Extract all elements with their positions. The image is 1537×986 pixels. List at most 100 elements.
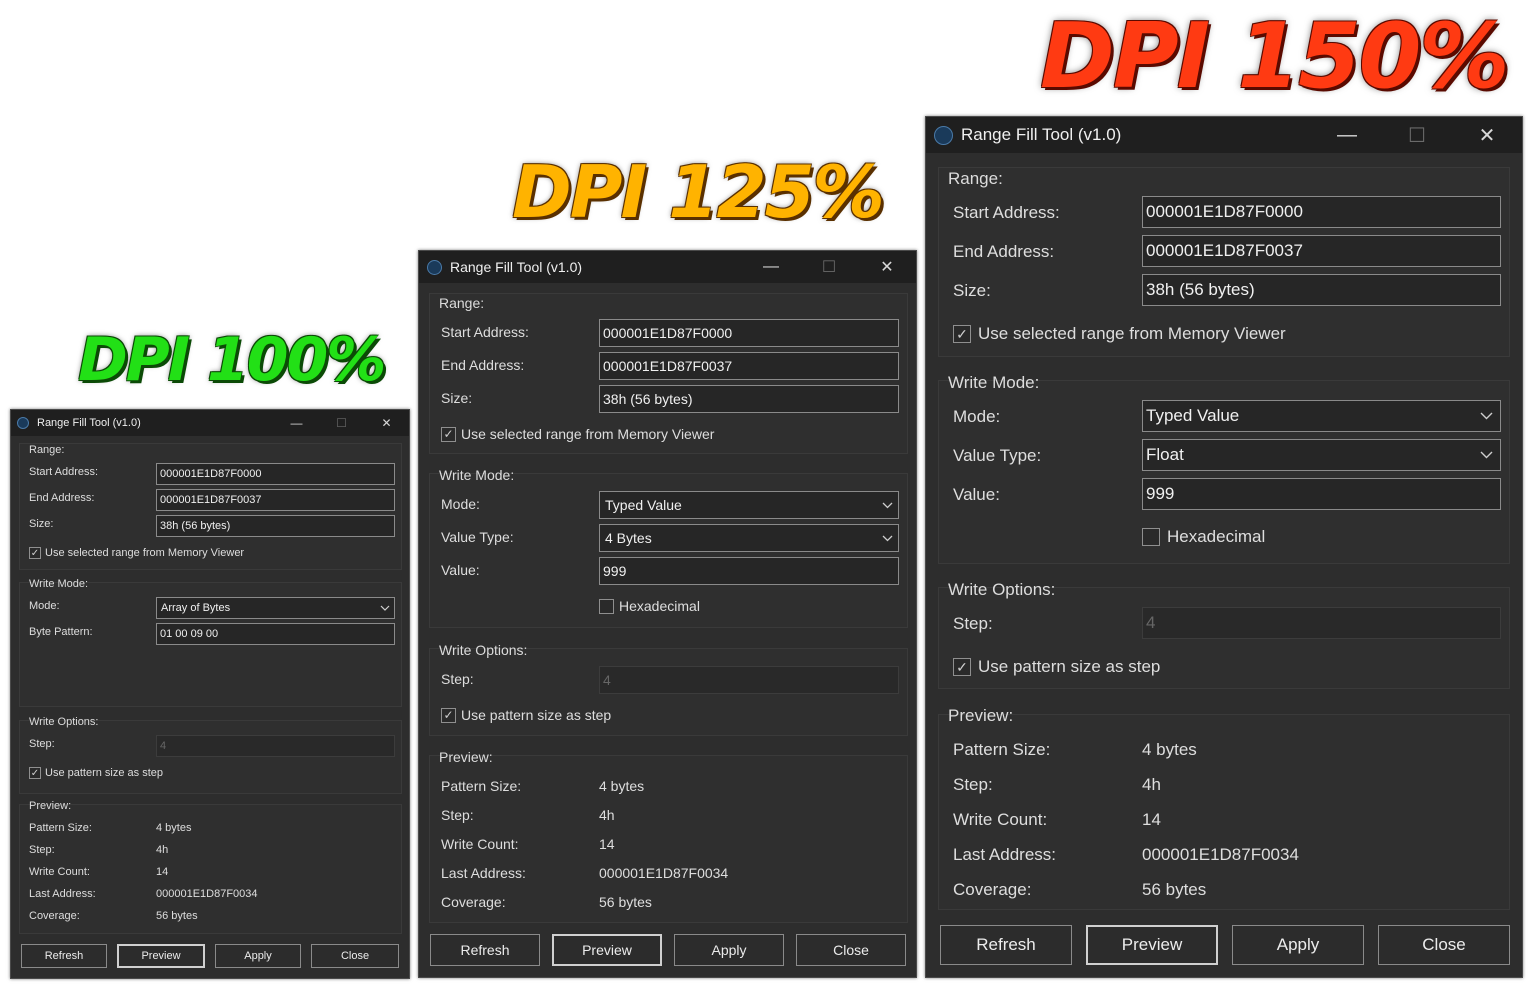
use-selected-range-checkbox[interactable]: ✓ Use selected range from Memory Viewer — [953, 324, 1286, 344]
write-count-label: Write Count: — [441, 836, 519, 852]
use-selected-range-checkbox[interactable]: ✓ Use selected range from Memory Viewer — [441, 426, 714, 442]
pattern-size-value: 4 bytes — [156, 822, 192, 834]
mode-select[interactable]: Typed Value — [599, 491, 899, 519]
preview-step-value: 4h — [599, 807, 615, 823]
start-address-label: Start Address: — [953, 203, 1060, 222]
use-pattern-size-checkbox[interactable]: ✓ Use pattern size as step — [953, 657, 1160, 677]
preview-button[interactable]: Preview — [1086, 925, 1218, 965]
window-title: Range Fill Tool (v1.0) — [37, 417, 141, 429]
checkmark-icon: ✓ — [29, 547, 41, 559]
close-button[interactable]: Close — [311, 944, 399, 968]
mode-select[interactable]: Typed Value — [1142, 400, 1501, 432]
size-value: 38h (56 bytes) — [1146, 280, 1255, 299]
size-input[interactable]: 38h (56 bytes) — [156, 515, 395, 537]
size-input[interactable]: 38h (56 bytes) — [1142, 274, 1501, 306]
preview-button[interactable]: Preview — [552, 934, 662, 966]
range-group-label: Range: — [948, 169, 1003, 188]
close-button[interactable]: Close — [796, 934, 906, 966]
value-type-select[interactable]: Float — [1142, 439, 1501, 471]
end-address-value: 000001E1D87F0037 — [603, 358, 733, 374]
end-address-label: End Address: — [441, 357, 525, 373]
value-type-select-value: Float — [1146, 445, 1184, 464]
apply-button[interactable]: Apply — [1232, 925, 1364, 965]
value-label: Value: — [441, 562, 480, 578]
byte-pattern-input[interactable]: 01 00 09 00 — [156, 623, 395, 645]
preview-button[interactable]: Preview — [117, 944, 205, 968]
value-type-label: Value Type: — [953, 446, 1042, 465]
title-bar: Range Fill Tool (v1.0) — ☐ ✕ — [926, 117, 1522, 153]
step-input[interactable]: 4 — [599, 666, 899, 694]
use-pattern-size-checkbox[interactable]: ✓ Use pattern size as step — [441, 707, 611, 723]
close-window-button[interactable]: ✕ — [858, 251, 916, 283]
step-label: Step: — [29, 738, 55, 750]
start-address-input[interactable]: 000001E1D87F0000 — [599, 319, 899, 347]
maximize-button[interactable]: ☐ — [800, 251, 858, 283]
preview-step-value: 4h — [1142, 775, 1161, 794]
mode-label: Mode: — [441, 496, 480, 512]
chevron-down-icon — [1480, 451, 1493, 459]
minimize-button[interactable]: — — [274, 410, 319, 436]
dpi-150-banner: DPI 150% — [1040, 4, 1510, 109]
maximize-button[interactable]: ☐ — [1382, 117, 1452, 153]
end-address-input[interactable]: 000001E1D87F0037 — [599, 352, 899, 380]
preview-step-value: 4h — [156, 844, 169, 856]
value-value: 999 — [1146, 484, 1175, 503]
checkmark-icon: ✓ — [953, 658, 971, 676]
start-address-input[interactable]: 000001E1D87F0000 — [156, 463, 395, 485]
coverage-label: Coverage: — [29, 910, 80, 922]
value-value: 999 — [603, 563, 627, 579]
end-address-value: 000001E1D87F0037 — [1146, 241, 1303, 260]
mode-select[interactable]: Array of Bytes — [156, 597, 395, 619]
value-input[interactable]: 999 — [599, 557, 899, 585]
preview-group-label: Preview: — [29, 800, 72, 812]
start-address-label: Start Address: — [441, 324, 529, 340]
start-address-label: Start Address: — [29, 466, 99, 478]
maximize-button[interactable]: ☐ — [319, 410, 364, 436]
apply-button[interactable]: Apply — [674, 934, 784, 966]
close-window-button[interactable]: ✕ — [1452, 117, 1522, 153]
use-pattern-size-checkbox[interactable]: ✓ Use pattern size as step — [29, 767, 163, 779]
pattern-size-value: 4 bytes — [1142, 740, 1197, 759]
step-value: 4 — [160, 740, 167, 752]
end-address-input[interactable]: 000001E1D87F0037 — [156, 489, 395, 511]
step-value: 4 — [1146, 613, 1156, 632]
window-title: Range Fill Tool (v1.0) — [961, 125, 1122, 144]
last-address-label: Last Address: — [29, 888, 96, 900]
start-address-value: 000001E1D87F0000 — [603, 325, 733, 341]
minimize-button[interactable]: — — [742, 251, 800, 283]
start-address-input[interactable]: 000001E1D87F0000 — [1142, 196, 1501, 228]
close-button[interactable]: Close — [1378, 925, 1510, 965]
minimize-button[interactable]: — — [1312, 117, 1382, 153]
value-type-select[interactable]: 4 Bytes — [599, 524, 899, 552]
step-value: 4 — [603, 672, 611, 688]
preview-group-label: Preview: — [948, 706, 1014, 725]
pattern-size-label: Pattern Size: — [953, 740, 1051, 759]
refresh-button[interactable]: Refresh — [21, 944, 107, 968]
dpi-125-banner: DPI 125% — [512, 150, 885, 234]
apply-button[interactable]: Apply — [215, 944, 301, 968]
pattern-size-value: 4 bytes — [599, 778, 645, 794]
use-pattern-size-label: Use pattern size as step — [978, 657, 1161, 676]
value-type-label: Value Type: — [441, 529, 514, 545]
use-selected-range-checkbox[interactable]: ✓ Use selected range from Memory Viewer — [29, 547, 244, 559]
hexadecimal-checkbox[interactable]: Hexadecimal — [599, 598, 700, 614]
app-icon — [17, 417, 29, 429]
write-options-group-label: Write Options: — [948, 580, 1056, 599]
last-address-value: 000001E1D87F0034 — [156, 888, 258, 900]
mode-label: Mode: — [29, 600, 60, 612]
value-label: Value: — [953, 485, 1000, 504]
title-bar: Range Fill Tool (v1.0) — ☐ ✕ — [11, 410, 409, 436]
size-input[interactable]: 38h (56 bytes) — [599, 385, 899, 413]
write-options-group — [19, 720, 402, 794]
value-input[interactable]: 999 — [1142, 478, 1501, 510]
checkmark-icon: ✓ — [441, 707, 456, 723]
close-window-button[interactable]: ✕ — [364, 410, 409, 436]
end-address-input[interactable]: 000001E1D87F0037 — [1142, 235, 1501, 267]
step-input[interactable]: 4 — [1142, 607, 1501, 639]
step-input[interactable]: 4 — [156, 735, 395, 757]
pattern-size-label: Pattern Size: — [29, 822, 92, 834]
mode-select-value: Array of Bytes — [161, 602, 231, 614]
hexadecimal-checkbox[interactable]: Hexadecimal — [1142, 527, 1265, 547]
refresh-button[interactable]: Refresh — [940, 925, 1072, 965]
refresh-button[interactable]: Refresh — [430, 934, 540, 966]
